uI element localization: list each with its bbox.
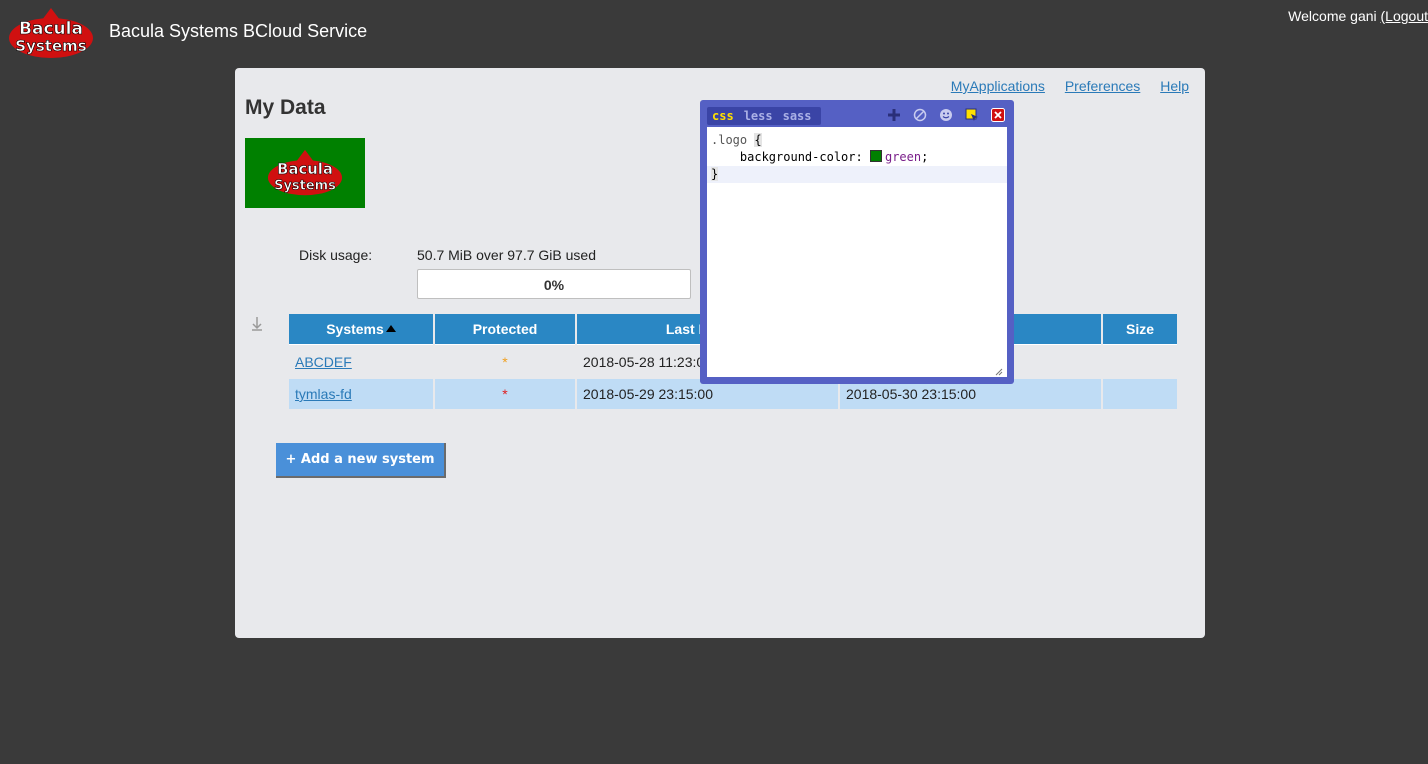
system-cell: tymlas-fd [289, 377, 433, 409]
protected-marker: * [502, 354, 508, 370]
column-header-systems[interactable]: Systems [289, 314, 433, 345]
welcome-text: Welcome gani (Logout [1288, 8, 1428, 24]
my-applications-link[interactable]: MyApplications [951, 78, 1045, 94]
protected-marker: * [502, 386, 508, 402]
color-swatch[interactable] [869, 150, 882, 162]
code-line: } [707, 166, 1007, 183]
protected-cell: * [435, 345, 575, 377]
code-property: background-color: [739, 150, 863, 164]
size-cell [1103, 377, 1177, 409]
system-link[interactable]: tymlas-fd [295, 386, 352, 402]
code-selector: .logo [711, 133, 748, 147]
welcome-label: Welcome gani [1288, 8, 1381, 24]
resize-handle-icon[interactable] [995, 365, 1003, 376]
disk-usage-percent: 0% [543, 277, 565, 293]
page-title: My Data [245, 96, 326, 119]
code-open-brace: { [754, 133, 762, 147]
css-code-area[interactable]: .logo { background-color: green; } [707, 127, 1007, 377]
code-semicolon: ; [921, 150, 929, 164]
protected-cell: * [435, 377, 575, 409]
svg-text:Systems: Systems [274, 179, 336, 194]
brand-logo: Bacula Systems [245, 138, 365, 208]
disk-usage-value: 50.7 MiB over 97.7 GiB used [417, 247, 596, 263]
tab-css[interactable]: css [707, 107, 739, 125]
preferences-link[interactable]: Preferences [1065, 78, 1140, 94]
close-icon[interactable] [988, 106, 1008, 124]
size-cell [1103, 345, 1177, 377]
editor-toolbar [884, 106, 1008, 124]
help-link[interactable]: Help [1160, 78, 1189, 94]
bacula-logo: Bacula Systems [6, 6, 96, 60]
app-title: Bacula Systems BCloud Service [109, 21, 368, 41]
css-editor-panel[interactable]: css less sass .logo { background-color: gr… [700, 100, 1014, 384]
code-line: .logo { [707, 132, 1007, 149]
drag-handle-icon[interactable] [249, 316, 265, 332]
add-icon[interactable] [884, 106, 904, 124]
svg-text:Bacula: Bacula [277, 161, 333, 178]
column-header-size[interactable]: Size [1103, 314, 1177, 345]
logout-link[interactable]: (Logout [1381, 8, 1428, 24]
code-close-brace: } [711, 167, 719, 181]
tab-less[interactable]: less [739, 107, 778, 125]
system-link[interactable]: ABCDEF [295, 354, 352, 370]
disk-usage-progress: 0% [417, 269, 691, 299]
top-links: MyApplications Preferences Help [935, 78, 1189, 94]
add-system-button[interactable]: + Add a new system [276, 443, 446, 478]
smiley-icon[interactable] [936, 106, 956, 124]
system-cell: ABCDEF [289, 345, 433, 377]
sort-ascending-icon [385, 325, 396, 332]
svg-text:Systems: Systems [15, 37, 86, 55]
column-header-protected[interactable]: Protected [435, 314, 575, 345]
element-picker-icon[interactable] [962, 106, 982, 124]
svg-text:Bacula: Bacula [19, 19, 83, 39]
code-line: background-color: green; [707, 149, 1007, 166]
tab-sass[interactable]: sass [778, 107, 817, 125]
editor-tabs: css less sass [707, 107, 821, 125]
disable-icon[interactable] [910, 106, 930, 124]
disk-usage-label: Disk usage: [299, 247, 373, 263]
code-value: green [884, 150, 922, 164]
